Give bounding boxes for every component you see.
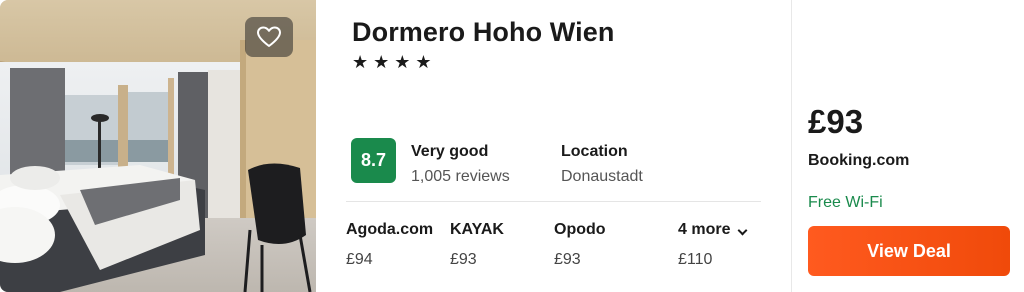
heart-icon <box>257 26 281 47</box>
more-offers-toggle[interactable]: 4 more £110 <box>678 221 748 269</box>
location-label: Location <box>561 143 628 160</box>
favorite-button[interactable] <box>245 17 293 57</box>
hotel-name[interactable]: Dormero Hoho Wien <box>352 17 614 48</box>
divider <box>346 201 761 202</box>
chevron-down-icon <box>737 225 748 236</box>
provider-price: £94 <box>346 251 373 268</box>
provider-offer-agoda[interactable]: Agoda.com £94 <box>346 221 433 269</box>
rating-label: Very good <box>411 143 489 160</box>
location-value: Donaustadt <box>561 168 643 185</box>
review-count[interactable]: 1,005 reviews <box>411 168 510 186</box>
best-price-site: Booking.com <box>808 152 910 169</box>
provider-price: £93 <box>450 251 477 268</box>
more-offers-label: 4 more <box>678 221 748 239</box>
hotel-result-card: Dormero Hoho Wien ★★★★ 8.7 Very good 1,0… <box>0 0 1024 292</box>
best-price: £93 <box>808 103 864 140</box>
more-offers-price: £110 <box>678 251 713 268</box>
provider-offer-opodo[interactable]: Opodo £93 <box>554 221 606 269</box>
amenity-free-wifi: Free Wi-Fi <box>808 194 883 211</box>
rating-score-badge: 8.7 <box>351 138 396 183</box>
view-deal-button[interactable]: View Deal <box>808 226 1010 276</box>
provider-price: £93 <box>554 251 581 268</box>
hotel-photo[interactable] <box>0 0 316 292</box>
provider-name: KAYAK <box>450 221 504 238</box>
star-rating: ★★★★ <box>352 52 437 72</box>
provider-name: Opodo <box>554 221 606 238</box>
provider-offer-kayak[interactable]: KAYAK £93 <box>450 221 504 269</box>
hotel-info: Dormero Hoho Wien ★★★★ 8.7 Very good 1,0… <box>316 0 791 292</box>
more-offers-text: 4 more <box>678 221 731 238</box>
column-divider <box>791 0 792 292</box>
provider-name: Agoda.com <box>346 221 434 238</box>
